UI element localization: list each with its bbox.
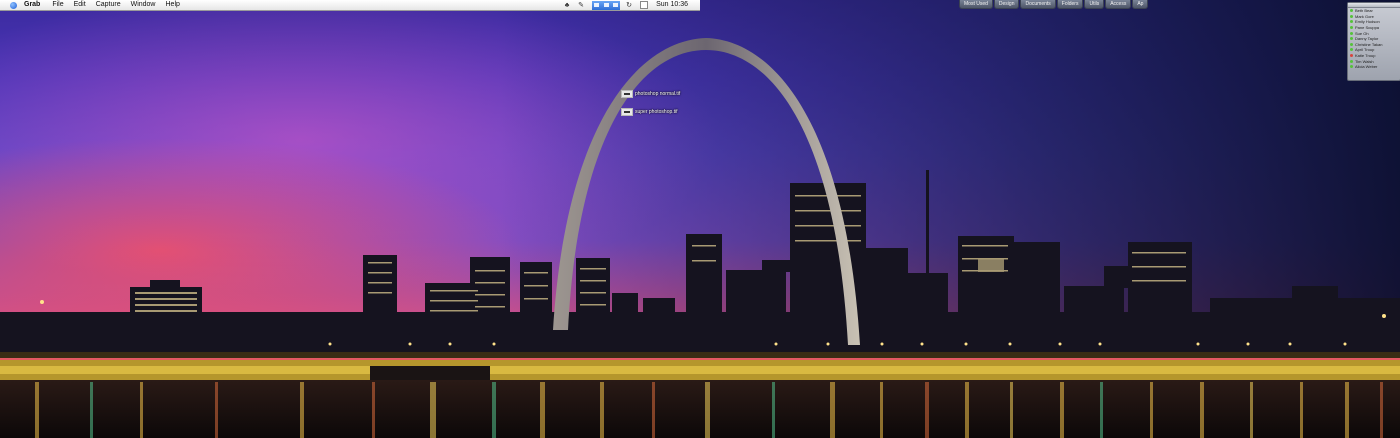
status-dot-icon (1350, 31, 1353, 35)
tab-design[interactable]: Design (993, 0, 1020, 9)
status-dot-icon (1350, 14, 1353, 18)
buddy-name: Mark Gore (1355, 13, 1374, 19)
status-dot-icon (1350, 48, 1353, 52)
status-dot-icon (1350, 9, 1353, 13)
tab-utils[interactable]: Utils (1084, 0, 1105, 9)
buddy-name: Pane Scuppa (1355, 25, 1380, 31)
tif-file-icon (621, 90, 633, 98)
menu-help[interactable]: Help (166, 0, 180, 10)
checkbox-icon[interactable] (640, 1, 649, 9)
status-dot-icon (1350, 65, 1353, 69)
launcher-tab-bar: Most Used Design Documents Folders Utils… (959, 0, 1149, 9)
tab-documents[interactable]: Documents (1020, 0, 1056, 9)
tab-folders[interactable]: Folders (1056, 0, 1084, 9)
menu-extras: ♣ ✎ ↻ Sun 10:36 (558, 0, 688, 10)
menu-app-grab[interactable]: Grab (24, 0, 40, 10)
buddy-name: Katie Troup (1355, 53, 1376, 59)
status-dot-icon (1350, 59, 1353, 63)
desktop-file-label: super photoshop.tif (635, 109, 678, 115)
buddy-name: April Troup (1355, 47, 1375, 53)
desktop-file-label: photoshop normal.tif (635, 91, 681, 97)
menu-edit[interactable]: Edit (74, 0, 86, 10)
script-icon[interactable]: ✎ (576, 1, 586, 10)
status-dot-icon (1350, 26, 1353, 30)
desktop-file-photoshop-normal[interactable]: photoshop normal.tif (621, 90, 680, 98)
status-dot-icon (1350, 20, 1353, 24)
buddy-name: Sue Oh (1355, 30, 1369, 36)
status-dot-icon (1350, 37, 1353, 41)
apple-menu-icon[interactable] (8, 0, 18, 10)
buddy-name: Christine Takan (1355, 41, 1383, 47)
input-menu-icon[interactable] (592, 0, 621, 10)
tif-file-icon (621, 108, 633, 116)
tab-most-used[interactable]: Most Used (959, 0, 993, 9)
buddy-name: Emily Hudson (1355, 19, 1380, 25)
menu-clock[interactable]: Sun 10:36 (656, 0, 688, 10)
buddy-row[interactable]: Alicia Weber (1350, 64, 1400, 70)
desktop-file-super-photoshop[interactable]: super photoshop.tif (621, 108, 678, 116)
buddy-list: Beth Bear Mark Gore Emily Hudson Pane Scupp… (1348, 8, 1400, 70)
sync-icon[interactable]: ↻ (624, 1, 634, 10)
buddy-name: Beth Bear (1355, 8, 1373, 14)
status-dot-icon (1350, 54, 1353, 58)
buddy-list-window: Beth Bear Mark Gore Emily Hudson Pane Scupp… (1347, 2, 1400, 81)
buddy-name: Alicia Weber (1355, 64, 1378, 70)
menu-capture[interactable]: Capture (96, 0, 121, 10)
status-dot-icon (1350, 42, 1353, 46)
menu-bar: Grab File Edit Capture Window Help ♣ ✎ ↻… (0, 0, 700, 11)
tab-access[interactable]: Access (1105, 0, 1132, 9)
buddy-name: Tim Walsh (1355, 58, 1374, 64)
tab-ap[interactable]: Ap (1132, 0, 1149, 9)
buddy-name: Danny Taylor (1355, 36, 1379, 42)
menu-file[interactable]: File (52, 0, 63, 10)
skyline-photo (0, 38, 1400, 438)
stuffit-icon[interactable]: ♣ (562, 1, 572, 10)
menu-window[interactable]: Window (131, 0, 156, 10)
